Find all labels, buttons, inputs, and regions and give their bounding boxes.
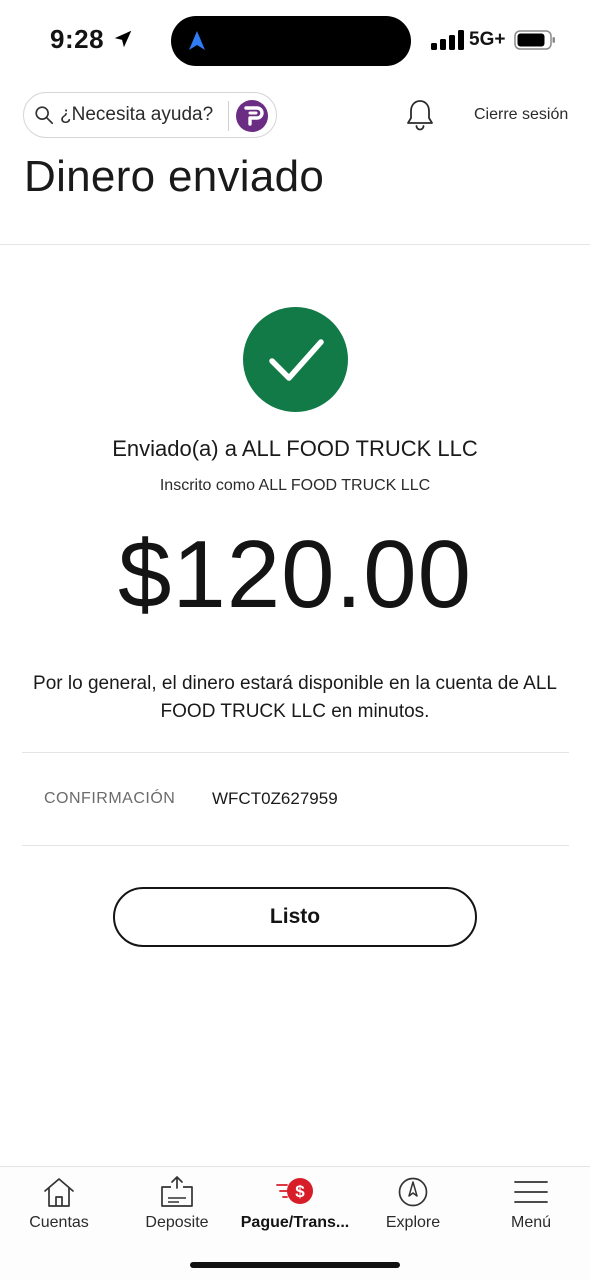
done-button[interactable]: Listo	[113, 887, 477, 947]
page-title: Dinero enviado	[24, 152, 325, 201]
nav-label-explore: Explore	[385, 1214, 441, 1231]
hamburger-menu-icon	[514, 1181, 548, 1203]
confirmation-number: WFCT0Z627959	[212, 789, 338, 808]
pay-transfer-icon: $	[276, 1178, 313, 1204]
nav-item-accounts[interactable]: Cuentas	[0, 1167, 118, 1247]
nav-item-pay-transfer[interactable]: $ Pague/Trans...	[236, 1167, 354, 1247]
confirmation-divider-bottom	[22, 845, 569, 846]
search-icon	[35, 106, 54, 125]
availability-note: Por lo general, el dinero estará disponi…	[33, 673, 557, 722]
nav-label-menu: Menú	[510, 1214, 552, 1231]
help-search-bar[interactable]: ¿Necesita ayuda?	[23, 92, 277, 138]
confirmation-divider-top	[22, 752, 569, 753]
confirmation-label: CONFIRMACIÓN	[44, 790, 176, 807]
nav-item-explore[interactable]: Explore	[354, 1167, 472, 1247]
dynamic-island	[171, 16, 411, 66]
money-sent-screen: 9:28 5G+ ¿Necesita ayuda? Cierre sesión …	[0, 0, 590, 1280]
help-search-placeholder: ¿Necesita ayuda?	[60, 104, 214, 125]
recipient-text: Enviado(a) a ALL FOOD TRUCK LLC	[112, 436, 478, 461]
nav-item-menu[interactable]: Menú	[472, 1167, 590, 1247]
network-type: 5G+	[469, 29, 506, 50]
header-divider	[0, 244, 590, 245]
search-divider	[228, 101, 229, 131]
deposit-icon	[161, 1176, 193, 1207]
notifications-bell-icon[interactable]	[404, 98, 436, 132]
svg-text:$: $	[295, 1182, 305, 1201]
home-icon	[44, 1178, 74, 1207]
nav-label-deposit: Deposite	[145, 1214, 209, 1231]
signal-strength-icon	[431, 30, 464, 50]
status-bar: 9:28 5G+	[0, 0, 590, 80]
nav-label-pay-transfer: Pague/Trans...	[240, 1214, 350, 1231]
home-indicator[interactable]	[190, 1262, 400, 1268]
location-arrow-icon	[114, 30, 132, 48]
status-time: 9:28	[50, 24, 105, 54]
amount-sent: $120.00	[117, 521, 472, 628]
navigation-arrow-icon	[189, 31, 205, 50]
enrolled-as-text: Inscrito como ALL FOOD TRUCK LLC	[159, 477, 431, 494]
nav-label-accounts: Cuentas	[29, 1214, 89, 1231]
compass-icon	[398, 1177, 428, 1207]
success-check-icon	[243, 307, 348, 412]
logout-link[interactable]: Cierre sesión	[474, 106, 568, 124]
fargo-assistant-icon[interactable]	[235, 99, 269, 133]
nav-item-deposit[interactable]: Deposite	[118, 1167, 236, 1247]
battery-icon	[514, 30, 555, 50]
